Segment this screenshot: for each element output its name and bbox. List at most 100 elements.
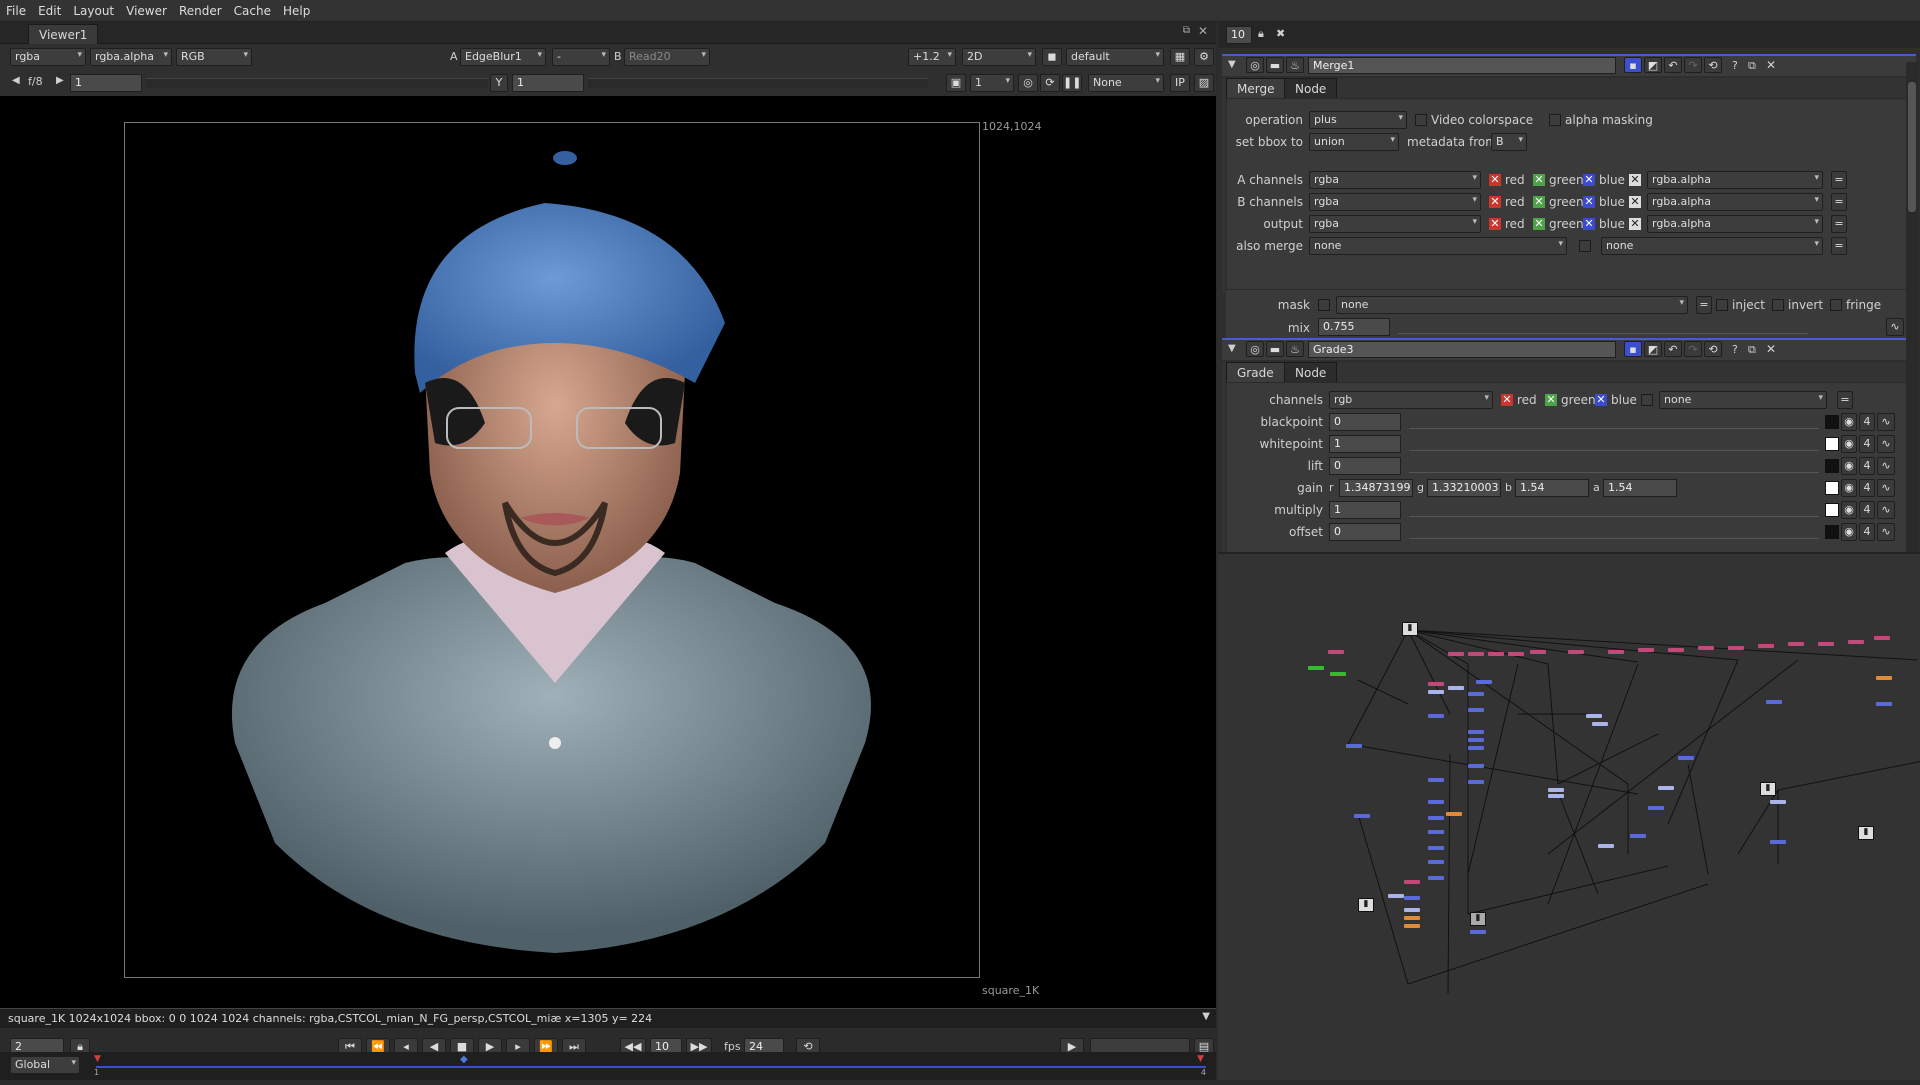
float-panel-icon[interactable]: ⧉ [1748, 59, 1756, 73]
menu-file[interactable]: File [0, 0, 32, 22]
grade-collapse-icon[interactable]: ▼ [1228, 343, 1236, 354]
node-orange-3[interactable] [1404, 916, 1420, 920]
timeline-range-dropdown[interactable]: Global [10, 1056, 80, 1074]
undo-icon[interactable]: ↶ [1664, 57, 1682, 73]
node-blue-36[interactable] [1770, 800, 1786, 804]
lift-input[interactable]: 0 [1329, 457, 1401, 475]
node-red-4[interactable] [1488, 652, 1504, 656]
node-blue-19[interactable] [1428, 876, 1444, 880]
ip-button[interactable]: IP [1170, 74, 1190, 92]
out-red-checkbox[interactable]: ✕ [1489, 218, 1501, 230]
grade-color-swatch[interactable]: ▪ [1624, 341, 1642, 357]
invert-checkbox[interactable] [1772, 299, 1784, 311]
node-blue-14[interactable] [1428, 800, 1444, 804]
whitepoint-input[interactable]: 1 [1329, 435, 1401, 453]
timeline-track[interactable] [96, 1066, 1206, 1068]
out-link-icon[interactable]: = [1831, 215, 1847, 233]
multiply-input[interactable]: 1 [1329, 501, 1401, 519]
edit-icon[interactable]: ◩ [1644, 57, 1662, 73]
node-blue-26[interactable] [1548, 788, 1564, 792]
wipe-op-dropdown[interactable]: - [552, 48, 610, 66]
node-blue-8[interactable] [1468, 730, 1484, 734]
a-channels-dropdown[interactable]: rgba [1309, 171, 1481, 189]
tab-node[interactable]: Node [1284, 78, 1338, 98]
blackpoint-curve-icon[interactable]: ∿ [1877, 413, 1895, 431]
node-red-5[interactable] [1508, 652, 1524, 656]
zoom-dropdown[interactable]: +1.2 [908, 48, 956, 66]
node-red-14[interactable] [1788, 642, 1804, 646]
node-blue-32[interactable] [1648, 806, 1664, 810]
channels-dropdown[interactable]: rgba [10, 48, 86, 66]
whitepoint-swatch[interactable] [1825, 437, 1839, 451]
lift-channels-button[interactable]: 4 [1859, 457, 1875, 475]
node-color-swatch[interactable]: ▪ [1624, 57, 1642, 73]
node-blue-34[interactable] [1630, 834, 1646, 838]
tab-viewer1[interactable]: Viewer1 [28, 24, 99, 44]
b-green-checkbox[interactable]: ✕ [1533, 196, 1545, 208]
node-blue-22[interactable] [1388, 894, 1404, 898]
node-blue-17[interactable] [1428, 846, 1444, 850]
viewer-node-icon-4[interactable]: ▮ [1358, 898, 1374, 912]
gamma-toggle[interactable]: Y [490, 74, 508, 92]
a-input-dropdown[interactable]: EdgeBlur1 [460, 48, 546, 66]
offset-swatch[interactable] [1825, 525, 1839, 539]
menu-viewer[interactable]: Viewer [120, 0, 173, 22]
blackpoint-swatch[interactable] [1825, 415, 1839, 429]
gamma-slider[interactable] [588, 78, 928, 88]
scrollbar-thumb[interactable] [1908, 82, 1916, 212]
grade-alpha-dropdown[interactable]: none [1659, 391, 1827, 409]
node-graph[interactable]: ▮ ▮ ▮ ▮ ▮ [1218, 552, 1920, 1080]
mix-curve-icon[interactable]: ∿ [1886, 318, 1904, 336]
revert-icon[interactable]: ⟲ [1704, 57, 1722, 73]
node-blue-29[interactable] [1592, 722, 1608, 726]
close-panel-icon[interactable]: ✕ [1766, 58, 1776, 72]
node-blue-13[interactable] [1428, 778, 1444, 782]
gain-color-wheel-icon[interactable]: ◉ [1841, 479, 1857, 497]
node-blue-6[interactable] [1428, 714, 1444, 718]
node-green-2[interactable] [1308, 666, 1324, 670]
refresh-icon[interactable]: ⟳ [1040, 74, 1060, 92]
node-blue-27[interactable] [1548, 794, 1564, 798]
node-red-1[interactable] [1328, 650, 1344, 654]
menu-cache[interactable]: Cache [228, 0, 277, 22]
offset-channels-button[interactable]: 4 [1859, 523, 1875, 541]
a-alpha-checkbox[interactable]: ✕ [1629, 174, 1641, 186]
node-orange-1[interactable] [1876, 676, 1892, 680]
lut-dropdown[interactable]: default [1066, 48, 1164, 66]
lock-panels-icon[interactable]: 🔒︎ [1258, 27, 1264, 41]
grade-float-icon[interactable]: ⧉ [1748, 343, 1756, 357]
gain-swatch[interactable] [1825, 481, 1839, 495]
properties-scrollbar[interactable] [1906, 62, 1918, 562]
node-blue-35[interactable] [1766, 700, 1782, 704]
viewer-node-icon-2[interactable]: ▮ [1760, 782, 1776, 796]
viewer-node-icon-5[interactable]: ▮ [1470, 912, 1486, 926]
node-blue-15[interactable] [1428, 816, 1444, 820]
timeline[interactable]: Global ▼ ◆ ▼ 1 4 [0, 1052, 1216, 1080]
b-alpha-dropdown[interactable]: rgba.alpha [1647, 193, 1823, 211]
b-link-icon[interactable]: = [1831, 193, 1847, 211]
alpha-dropdown[interactable]: rgba.alpha [90, 48, 172, 66]
offset-color-wheel-icon[interactable]: ◉ [1841, 523, 1857, 541]
tab-grade-node[interactable]: Node [1284, 362, 1338, 382]
grade-revert-icon[interactable]: ⟲ [1704, 341, 1722, 357]
node-red-18[interactable] [1428, 682, 1444, 686]
lift-swatch[interactable] [1825, 459, 1839, 473]
node-blue-33[interactable] [1598, 844, 1614, 848]
viewer-canvas[interactable]: 1024,1024 square_1K [0, 96, 1216, 1008]
out-alpha-dropdown[interactable]: rgba.alpha [1647, 215, 1823, 233]
mix-input[interactable]: 0.755 [1318, 318, 1390, 336]
node-red-10[interactable] [1668, 648, 1684, 652]
close-icon[interactable]: ✕ [1198, 24, 1208, 38]
grade-red-checkbox[interactable]: ✕ [1501, 394, 1513, 406]
grade-alpha-checkbox[interactable] [1641, 394, 1653, 406]
gl-icon[interactable]: ♨ [1286, 57, 1304, 73]
metadata-dropdown[interactable]: B [1491, 133, 1527, 151]
node-red-17[interactable] [1874, 636, 1890, 640]
a-link-icon[interactable]: = [1831, 171, 1847, 189]
offset-slider[interactable] [1409, 525, 1819, 539]
a-red-checkbox[interactable]: ✕ [1489, 174, 1501, 186]
lift-color-wheel-icon[interactable]: ◉ [1841, 457, 1857, 475]
output-dropdown[interactable]: rgba [1309, 215, 1481, 233]
a-green-checkbox[interactable]: ✕ [1533, 174, 1545, 186]
node-red-13[interactable] [1758, 644, 1774, 648]
